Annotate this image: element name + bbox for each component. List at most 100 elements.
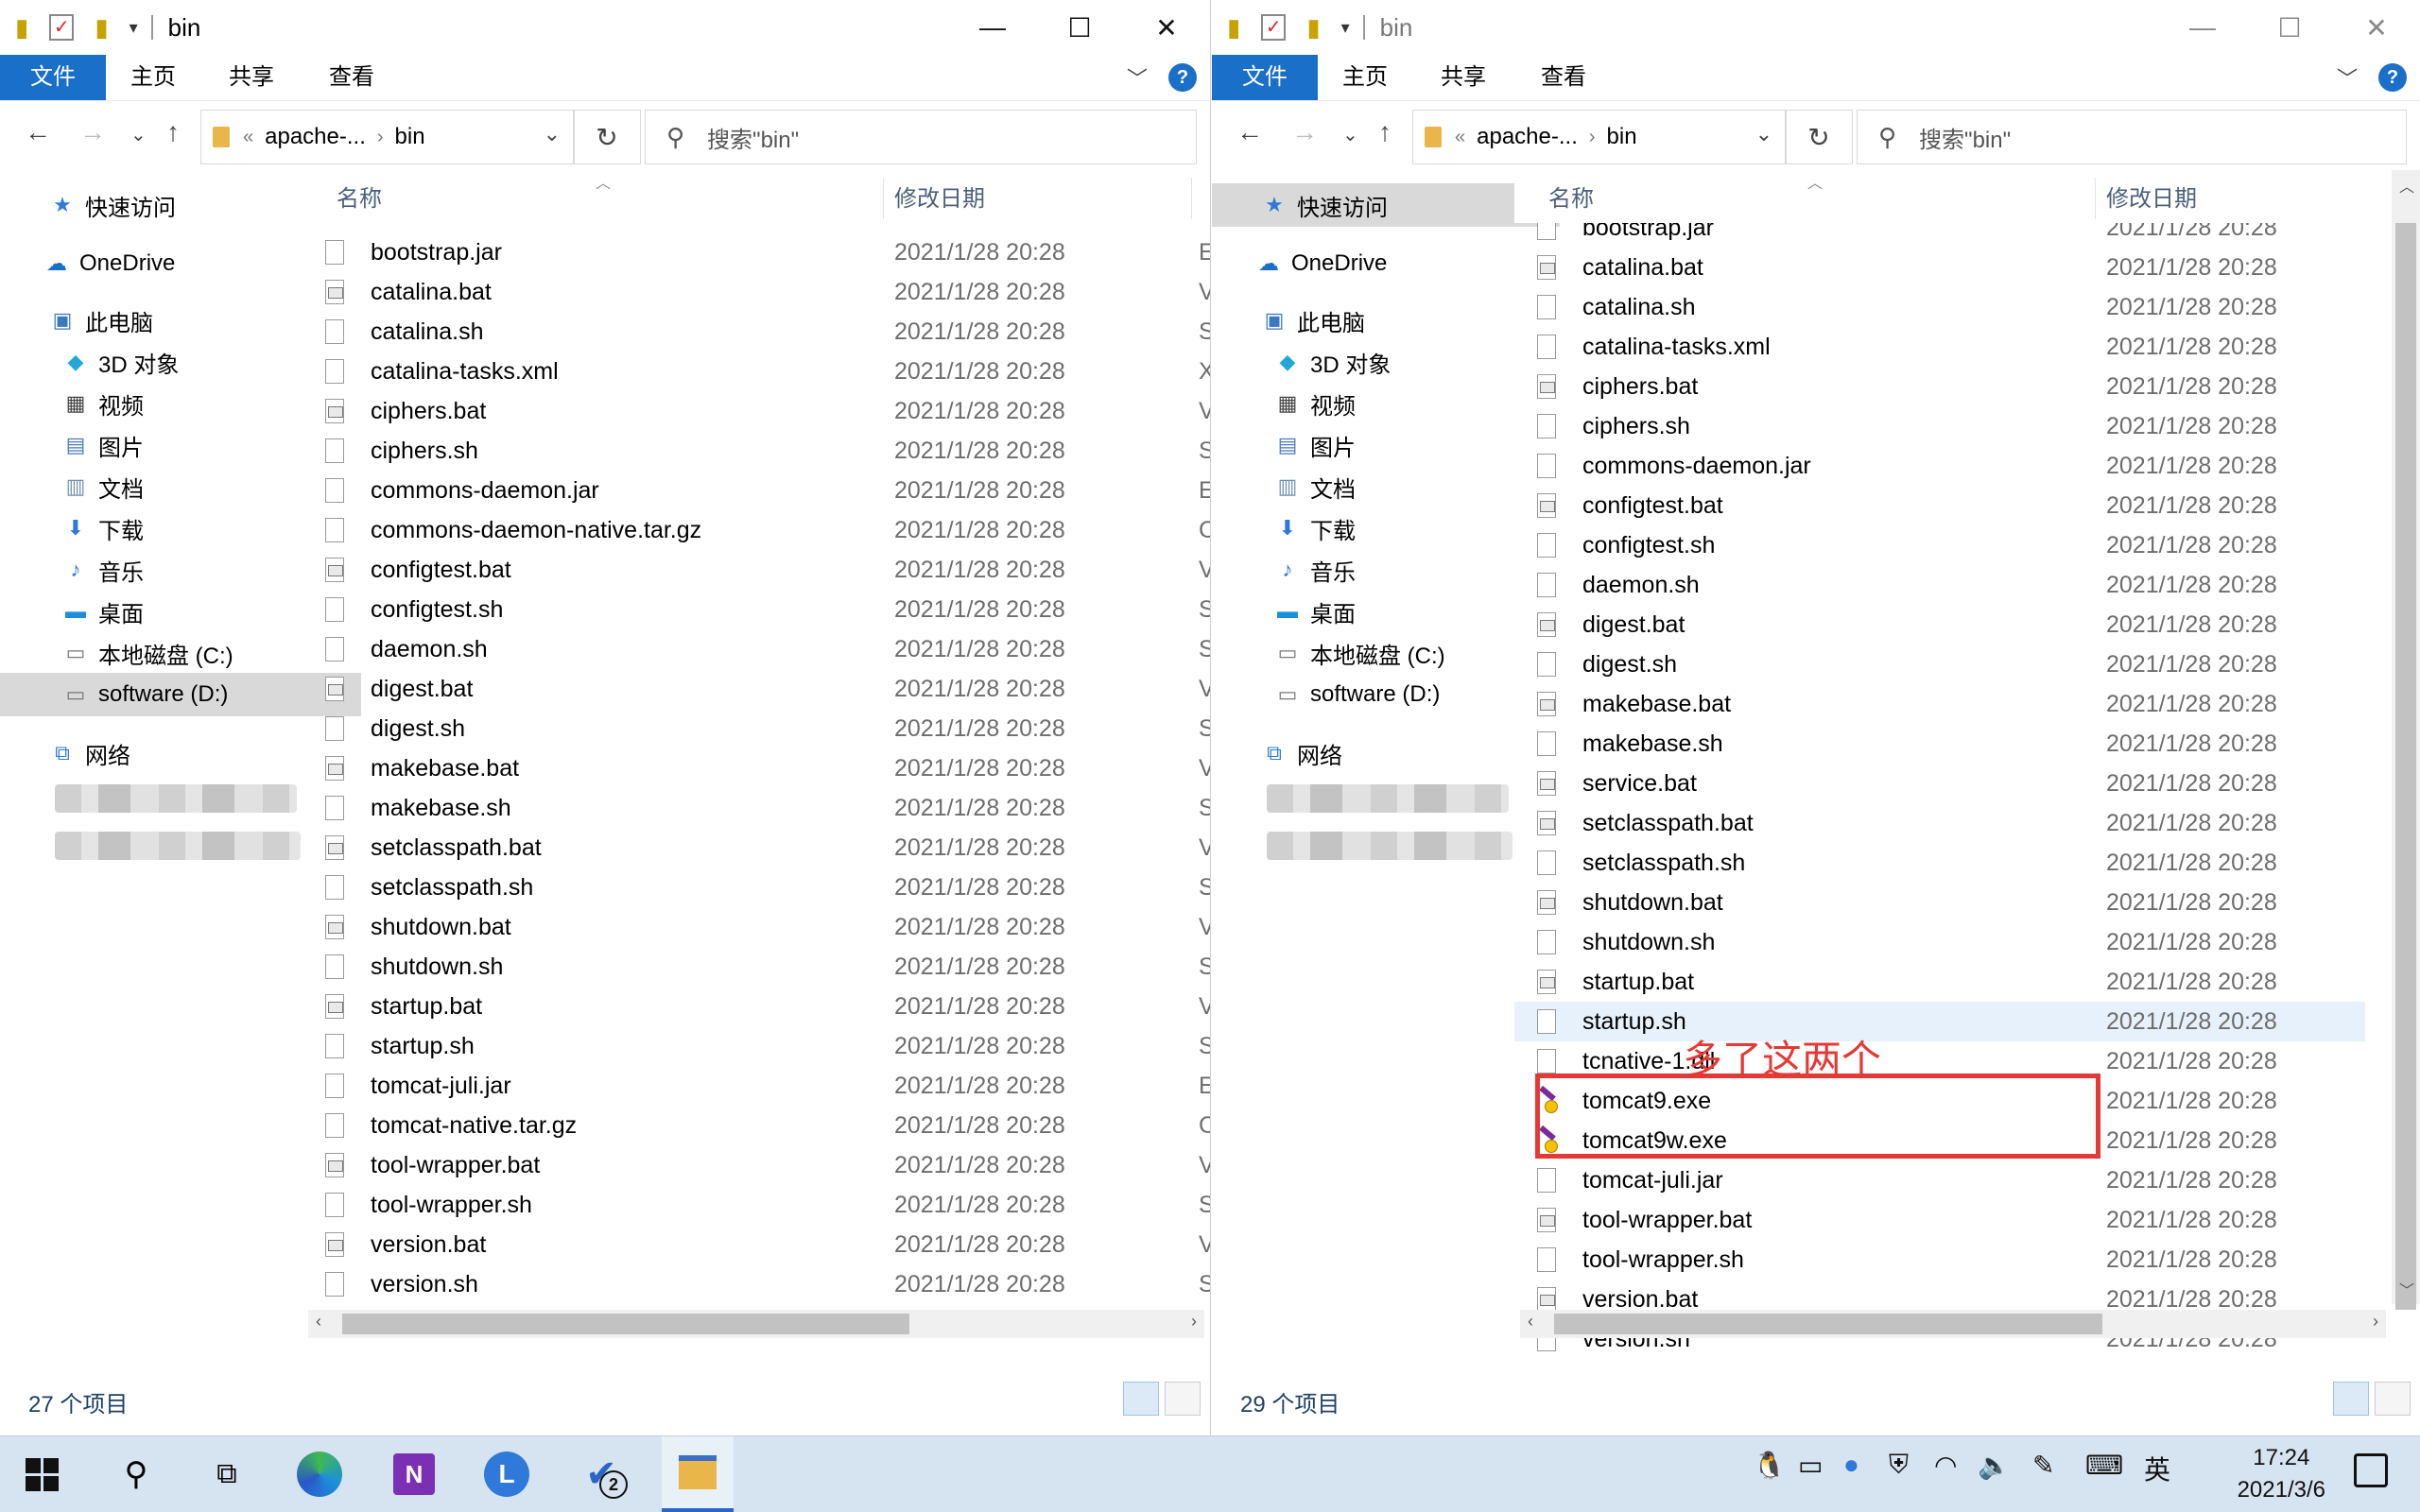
scrollbar-thumb[interactable] <box>2395 223 2416 1310</box>
security-shield-icon[interactable]: ⛨ <box>1889 1450 1909 1481</box>
breadcrumb-separator[interactable]: › <box>1589 127 1596 148</box>
folder-icon[interactable]: ▮ <box>15 13 28 43</box>
sidebar-item-cloud[interactable]: ☁ OneDrive <box>1212 242 1554 285</box>
column-separator[interactable] <box>883 178 884 219</box>
tab-view[interactable]: 查看 <box>1541 55 1586 100</box>
folder-icon[interactable]: ▮ <box>1227 13 1240 43</box>
properties-icon[interactable]: ✓ <box>49 14 75 41</box>
file-row[interactable]: makebase.bat 2021/1/28 20:28 V <box>302 748 1210 788</box>
file-row[interactable]: catalina.bat 2021/1/28 20:28 <box>1514 248 2365 287</box>
breadcrumb-parent[interactable]: apache-... <box>1477 124 1578 150</box>
file-row[interactable]: configtest.bat 2021/1/28 20:28 V <box>302 550 1210 590</box>
file-row[interactable]: ciphers.sh 2021/1/28 20:28 S <box>302 431 1210 471</box>
close-button[interactable]: ✕ <box>2333 0 2420 55</box>
tab-share[interactable]: 共享 <box>229 55 274 100</box>
breadcrumb-parent[interactable]: apache-... <box>265 124 366 150</box>
volume-icon[interactable]: 🔈 <box>1978 1450 2011 1481</box>
address-dropdown-icon[interactable]: ⌄ <box>544 122 561 146</box>
breadcrumb-current[interactable]: bin <box>1607 124 1637 150</box>
edge-browser-icon[interactable] <box>293 1448 346 1501</box>
wifi-icon[interactable]: ◠ <box>1934 1450 1957 1481</box>
scroll-right-icon[interactable]: › <box>1191 1312 1197 1332</box>
file-row[interactable]: startup.bat 2021/1/28 20:28 <box>1514 962 2365 1002</box>
refresh-button[interactable]: ↻ <box>1785 110 1853 164</box>
file-row[interactable]: tool-wrapper.bat 2021/1/28 20:28 <box>1514 1200 2365 1240</box>
horizontal-scrollbar[interactable]: ‹ › <box>1520 1310 2386 1338</box>
up-arrow-icon[interactable]: ↑ <box>1378 117 1392 147</box>
file-row[interactable]: daemon.sh 2021/1/28 20:28 <box>1514 565 2365 605</box>
keyboard-icon[interactable]: ⌨ <box>2085 1450 2123 1481</box>
file-row[interactable]: configtest.bat 2021/1/28 20:28 <box>1514 486 2365 525</box>
close-button[interactable]: ✕ <box>1123 0 1210 55</box>
file-row[interactable]: digest.bat 2021/1/28 20:28 V <box>302 669 1210 709</box>
file-row[interactable]: ciphers.sh 2021/1/28 20:28 <box>1514 406 2365 446</box>
file-row[interactable]: startup.sh 2021/1/28 20:28 <box>1514 1002 2365 1041</box>
large-icons-view-button[interactable] <box>1165 1382 1201 1416</box>
search-icon[interactable]: ⚲ <box>110 1448 163 1501</box>
file-row[interactable]: digest.bat 2021/1/28 20:28 <box>1514 605 2365 644</box>
todo-icon[interactable]: ✔ 2 <box>575 1448 628 1501</box>
maximize-button[interactable]: ☐ <box>1036 0 1123 55</box>
notification-icon[interactable] <box>2354 1453 2388 1487</box>
file-row[interactable]: shutdown.bat 2021/1/28 20:28 V <box>302 907 1210 947</box>
recent-locations-icon[interactable]: ⌄ <box>130 123 147 146</box>
recent-locations-icon[interactable]: ⌄ <box>1342 123 1358 146</box>
file-row[interactable]: tomcat-juli.jar 2021/1/28 20:28 E <box>302 1066 1210 1106</box>
sidebar-item-cloud[interactable]: ☁ OneDrive <box>0 242 342 285</box>
scroll-up-icon[interactable]: ︿ <box>2399 174 2414 197</box>
file-explorer-icon[interactable] <box>662 1436 734 1512</box>
refresh-button[interactable]: ↻ <box>573 110 641 164</box>
help-icon[interactable]: ? <box>2378 63 2407 92</box>
file-row[interactable]: catalina-tasks.xml 2021/1/28 20:28 X <box>302 352 1210 391</box>
task-view-icon[interactable]: ⧉ <box>200 1448 253 1501</box>
forward-arrow-icon[interactable]: → <box>79 117 106 147</box>
scroll-right-icon[interactable]: › <box>2373 1312 2378 1332</box>
file-row[interactable]: tool-wrapper.sh 2021/1/28 20:28 <box>1514 1240 2365 1280</box>
help-icon[interactable]: ? <box>1168 63 1197 92</box>
file-row[interactable]: version.sh 2021/1/28 20:28 S <box>302 1264 1210 1304</box>
file-row[interactable]: tool-wrapper.sh 2021/1/28 20:28 S <box>302 1185 1210 1225</box>
file-row[interactable]: commons-daemon.jar 2021/1/28 20:28 E <box>302 471 1210 510</box>
forward-arrow-icon[interactable]: → <box>1291 117 1318 147</box>
large-icons-view-button[interactable] <box>2375 1382 2411 1416</box>
address-bar[interactable]: « apache-... › bin ⌄ <box>200 110 575 164</box>
new-folder-icon[interactable]: ▮ <box>1306 13 1320 43</box>
tab-view[interactable]: 查看 <box>329 55 374 100</box>
breadcrumb-current[interactable]: bin <box>395 124 425 150</box>
new-folder-icon[interactable]: ▮ <box>95 13 108 43</box>
clock-tray-icon[interactable]: ● <box>1843 1450 1859 1480</box>
vertical-scrollbar[interactable]: ︿ ﹀ <box>2392 170 2420 1310</box>
sidebar-item-star[interactable]: ★ 快速访问 <box>0 183 348 227</box>
file-row[interactable]: catalina.bat 2021/1/28 20:28 V <box>302 272 1210 312</box>
file-row[interactable]: catalina.sh 2021/1/28 20:28 S <box>302 312 1210 352</box>
file-row[interactable]: setclasspath.sh 2021/1/28 20:28 <box>1514 843 2365 883</box>
tab-file[interactable]: 文件 <box>1212 55 1318 100</box>
sidebar-item-computer[interactable]: ▣ 此电脑 <box>1212 299 1560 342</box>
file-row[interactable]: shutdown.sh 2021/1/28 20:28 S <box>302 947 1210 987</box>
ime-indicator[interactable]: 英 <box>2144 1450 2170 1487</box>
column-separator[interactable] <box>1191 178 1192 219</box>
file-row[interactable]: service.bat 2021/1/28 20:28 <box>1514 764 2365 803</box>
horizontal-scrollbar[interactable]: ‹ › <box>308 1310 1204 1338</box>
details-view-button[interactable] <box>1123 1382 1159 1416</box>
file-row[interactable]: startup.bat 2021/1/28 20:28 V <box>302 987 1210 1026</box>
scroll-down-icon[interactable]: ﹀ <box>2399 1278 2414 1300</box>
scrollbar-thumb[interactable] <box>342 1314 909 1334</box>
clock[interactable]: 17:24 2021/3/6 <box>2238 1442 2325 1506</box>
search-input[interactable]: ⚲ 搜索"bin" <box>1857 110 2407 164</box>
file-row[interactable]: catalina-tasks.xml 2021/1/28 20:28 <box>1514 327 2365 367</box>
file-row[interactable]: shutdown.bat 2021/1/28 20:28 <box>1514 883 2365 922</box>
properties-icon[interactable]: ✓ <box>1261 14 1287 41</box>
file-row[interactable]: tomcat-juli.jar 2021/1/28 20:28 <box>1514 1160 2365 1200</box>
file-row[interactable]: digest.sh 2021/1/28 20:28 <box>1514 644 2365 684</box>
file-row[interactable]: setclasspath.bat 2021/1/28 20:28 V <box>302 828 1210 868</box>
sidebar-item-network[interactable]: ⧉ 网络 <box>0 731 348 775</box>
qq-icon[interactable]: 🐧 <box>1753 1450 1786 1481</box>
sidebar-item-star[interactable]: ★ 快速访问 <box>1212 183 1560 227</box>
start-button[interactable] <box>15 1448 68 1501</box>
file-row[interactable]: version.bat 2021/1/28 20:28 V <box>302 1225 1210 1264</box>
file-row[interactable]: tomcat-native.tar.gz 2021/1/28 20:28 C <box>302 1106 1210 1145</box>
maximize-button[interactable]: ☐ <box>2246 0 2333 55</box>
minimize-button[interactable]: — <box>949 0 1036 55</box>
back-arrow-icon[interactable]: ← <box>1236 117 1263 147</box>
